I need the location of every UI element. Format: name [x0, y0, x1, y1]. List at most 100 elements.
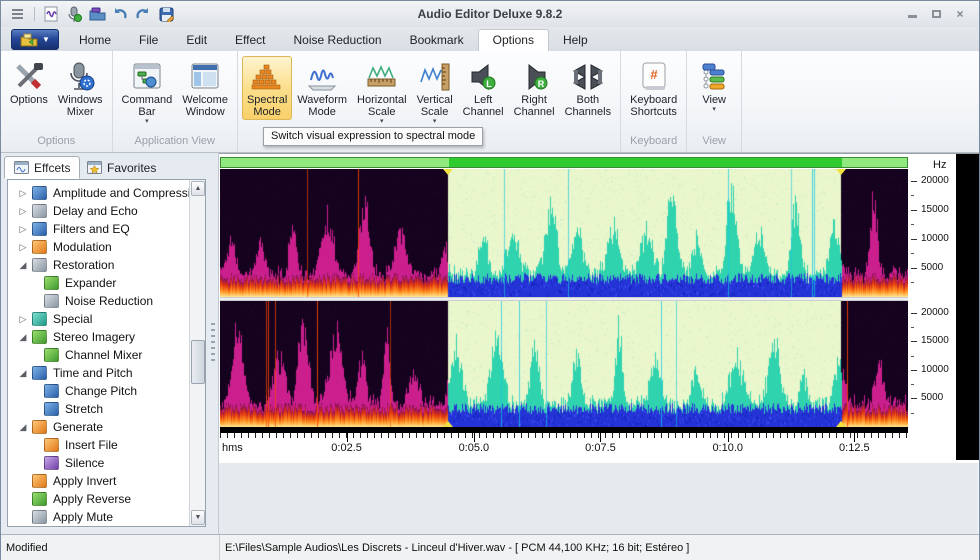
options-button[interactable]: Options	[5, 56, 53, 108]
special-icon	[32, 312, 47, 326]
scroll-down-icon[interactable]: ▼	[191, 510, 205, 525]
collapse-icon[interactable]: ◢	[16, 368, 30, 379]
scroll-up-icon[interactable]: ▲	[191, 181, 205, 196]
scrollbar-thumb[interactable]	[191, 340, 205, 384]
view-button[interactable]: View ▾	[691, 56, 737, 115]
main-area: Effcets Favorites ▷ Amplitude and Compres…	[1, 153, 979, 534]
tab-noise-reduction[interactable]: Noise Reduction	[280, 30, 396, 51]
tree-item-apply-invert[interactable]: Apply Invert	[8, 472, 205, 490]
save-icon[interactable]	[157, 5, 175, 23]
freq-minor-tick	[911, 412, 914, 414]
undo-icon[interactable]	[111, 5, 129, 23]
spectral-mode-button[interactable]: Spectral Mode	[241, 56, 293, 120]
right-channel-button[interactable]: R Right Channel	[509, 56, 560, 120]
tree-item-expander[interactable]: Expander	[8, 274, 205, 292]
favorites-tab-icon	[87, 161, 102, 174]
tree-item-modulation[interactable]: ▷ Modulation	[8, 238, 205, 256]
tree-item-generate[interactable]: ◢ Generate	[8, 418, 205, 436]
selection-end-marker-top[interactable]	[836, 169, 846, 175]
expand-icon[interactable]: ▷	[16, 188, 30, 199]
group-label: Application View	[134, 135, 215, 147]
menu-icon[interactable]	[9, 5, 27, 23]
tab-effect[interactable]: Effect	[221, 30, 279, 51]
tab-file[interactable]: File	[125, 30, 172, 51]
insert-file-icon	[44, 438, 59, 452]
tree-item-stretch[interactable]: Stretch	[8, 400, 205, 418]
tab-favorites[interactable]: Favorites	[77, 156, 166, 179]
tab-help[interactable]: Help	[549, 30, 602, 51]
tree-scrollbar[interactable]: ▲ ▼	[189, 180, 205, 526]
command-bar-button[interactable]: Command Bar ▾	[117, 56, 178, 127]
group-label: Keyboard	[630, 135, 678, 147]
freq-tick	[911, 209, 917, 211]
tree-item-amplitude[interactable]: ▷ Amplitude and Compressi	[8, 184, 205, 202]
expand-icon[interactable]: ▷	[16, 314, 30, 325]
tree-item-filters-eq[interactable]: ▷ Filters and EQ	[8, 220, 205, 238]
both-channels-button[interactable]: Both Channels	[560, 56, 616, 120]
major-tick	[473, 433, 475, 442]
new-audio-icon[interactable]	[42, 5, 60, 23]
horizontal-scale-button[interactable]: Horizontal Scale ▾	[352, 56, 412, 127]
right-channel-icon: R	[516, 60, 552, 94]
vertical-scale-button[interactable]: Vertical Scale ▾	[412, 56, 458, 127]
freq-minor-tick	[911, 355, 914, 357]
freq-tick	[911, 369, 917, 371]
expand-icon[interactable]: ▷	[16, 242, 30, 253]
tree-item-time-pitch[interactable]: ◢ Time and Pitch	[8, 364, 205, 382]
tab-options[interactable]: Options	[477, 29, 549, 51]
selection-start-marker-top[interactable]	[443, 169, 453, 175]
tree-item-channel-mixer[interactable]: Channel Mixer	[8, 346, 205, 364]
timeline-ticks	[220, 433, 908, 440]
freq-tick	[911, 267, 917, 269]
tooltip: Switch visual expression to spectral mod…	[263, 127, 484, 146]
tree-item-apply-mute[interactable]: Apply Mute	[8, 508, 205, 526]
tree-item-insert-file[interactable]: Insert File	[8, 436, 205, 454]
keyboard-key-icon: #	[636, 60, 672, 94]
collapse-icon[interactable]: ◢	[16, 332, 30, 343]
left-channel-button[interactable]: L Left Channel	[458, 56, 509, 120]
tab-bookmark[interactable]: Bookmark	[396, 30, 478, 51]
selection-range[interactable]	[449, 158, 842, 167]
right-channel-spectrogram[interactable]	[220, 301, 908, 427]
spectrogram-view[interactable]	[220, 169, 908, 427]
redo-icon[interactable]	[134, 5, 152, 23]
tree-item-silence[interactable]: Silence	[8, 454, 205, 472]
time-tick-label: 0:07.5	[585, 442, 616, 454]
spectral-editor[interactable]: hms 0:02.5 0:05.0 0:07.5 0:10.0 0:12.5 Hz 20…	[219, 153, 979, 463]
tree-item-noise-reduction[interactable]: Noise Reduction	[8, 292, 205, 310]
selection-overview-bar[interactable]	[220, 157, 908, 168]
tree-item-special[interactable]: ▷ Special	[8, 310, 205, 328]
modulation-icon	[32, 240, 47, 254]
tree-item-delay-echo[interactable]: ▷ Delay and Echo	[8, 202, 205, 220]
minimize-icon[interactable]	[905, 7, 919, 21]
collapse-icon[interactable]: ◢	[16, 422, 30, 433]
amplitude-icon	[32, 186, 47, 200]
tree-item-apply-reverse[interactable]: Apply Reverse	[8, 490, 205, 508]
windows-mixer-button[interactable]: Windows Mixer	[53, 56, 108, 120]
frequency-axis: Hz 20000 15000 10000 5000 20000 15000 10000 500…	[909, 154, 956, 460]
tree-item-restoration[interactable]: ◢ Restoration	[8, 256, 205, 274]
selection-start-marker-bottom[interactable]	[443, 421, 453, 427]
expand-icon[interactable]: ▷	[16, 206, 30, 217]
keyboard-shortcuts-button[interactable]: # Keyboard Shortcuts	[625, 56, 682, 120]
collapse-icon[interactable]: ◢	[16, 260, 30, 271]
apply-invert-icon	[32, 474, 47, 488]
tab-edit[interactable]: Edit	[172, 30, 221, 51]
welcome-window-button[interactable]: Welcome Window	[177, 56, 233, 120]
ribbon-tab-row: ▼ Home File Edit Effect Noise Reduction …	[1, 27, 979, 51]
selection-end-marker-bottom[interactable]	[836, 421, 846, 427]
tab-home[interactable]: Home	[65, 30, 125, 51]
record-device-icon[interactable]	[65, 5, 83, 23]
left-channel-spectrogram[interactable]	[220, 169, 908, 297]
close-icon[interactable]: ×	[953, 7, 967, 21]
restore-icon[interactable]	[929, 7, 943, 21]
window-controls: ×	[905, 7, 979, 21]
application-menu-button[interactable]: ▼	[11, 29, 59, 50]
panel-splitter[interactable]	[211, 323, 215, 363]
open-file-icon[interactable]	[88, 5, 106, 23]
tree-item-stereo-imagery[interactable]: ◢ Stereo Imagery	[8, 328, 205, 346]
expand-icon[interactable]: ▷	[16, 224, 30, 235]
waveform-mode-button[interactable]: Waveform Mode	[292, 56, 352, 120]
tab-effects[interactable]: Effcets	[4, 156, 81, 179]
tree-item-change-pitch[interactable]: Change Pitch	[8, 382, 205, 400]
